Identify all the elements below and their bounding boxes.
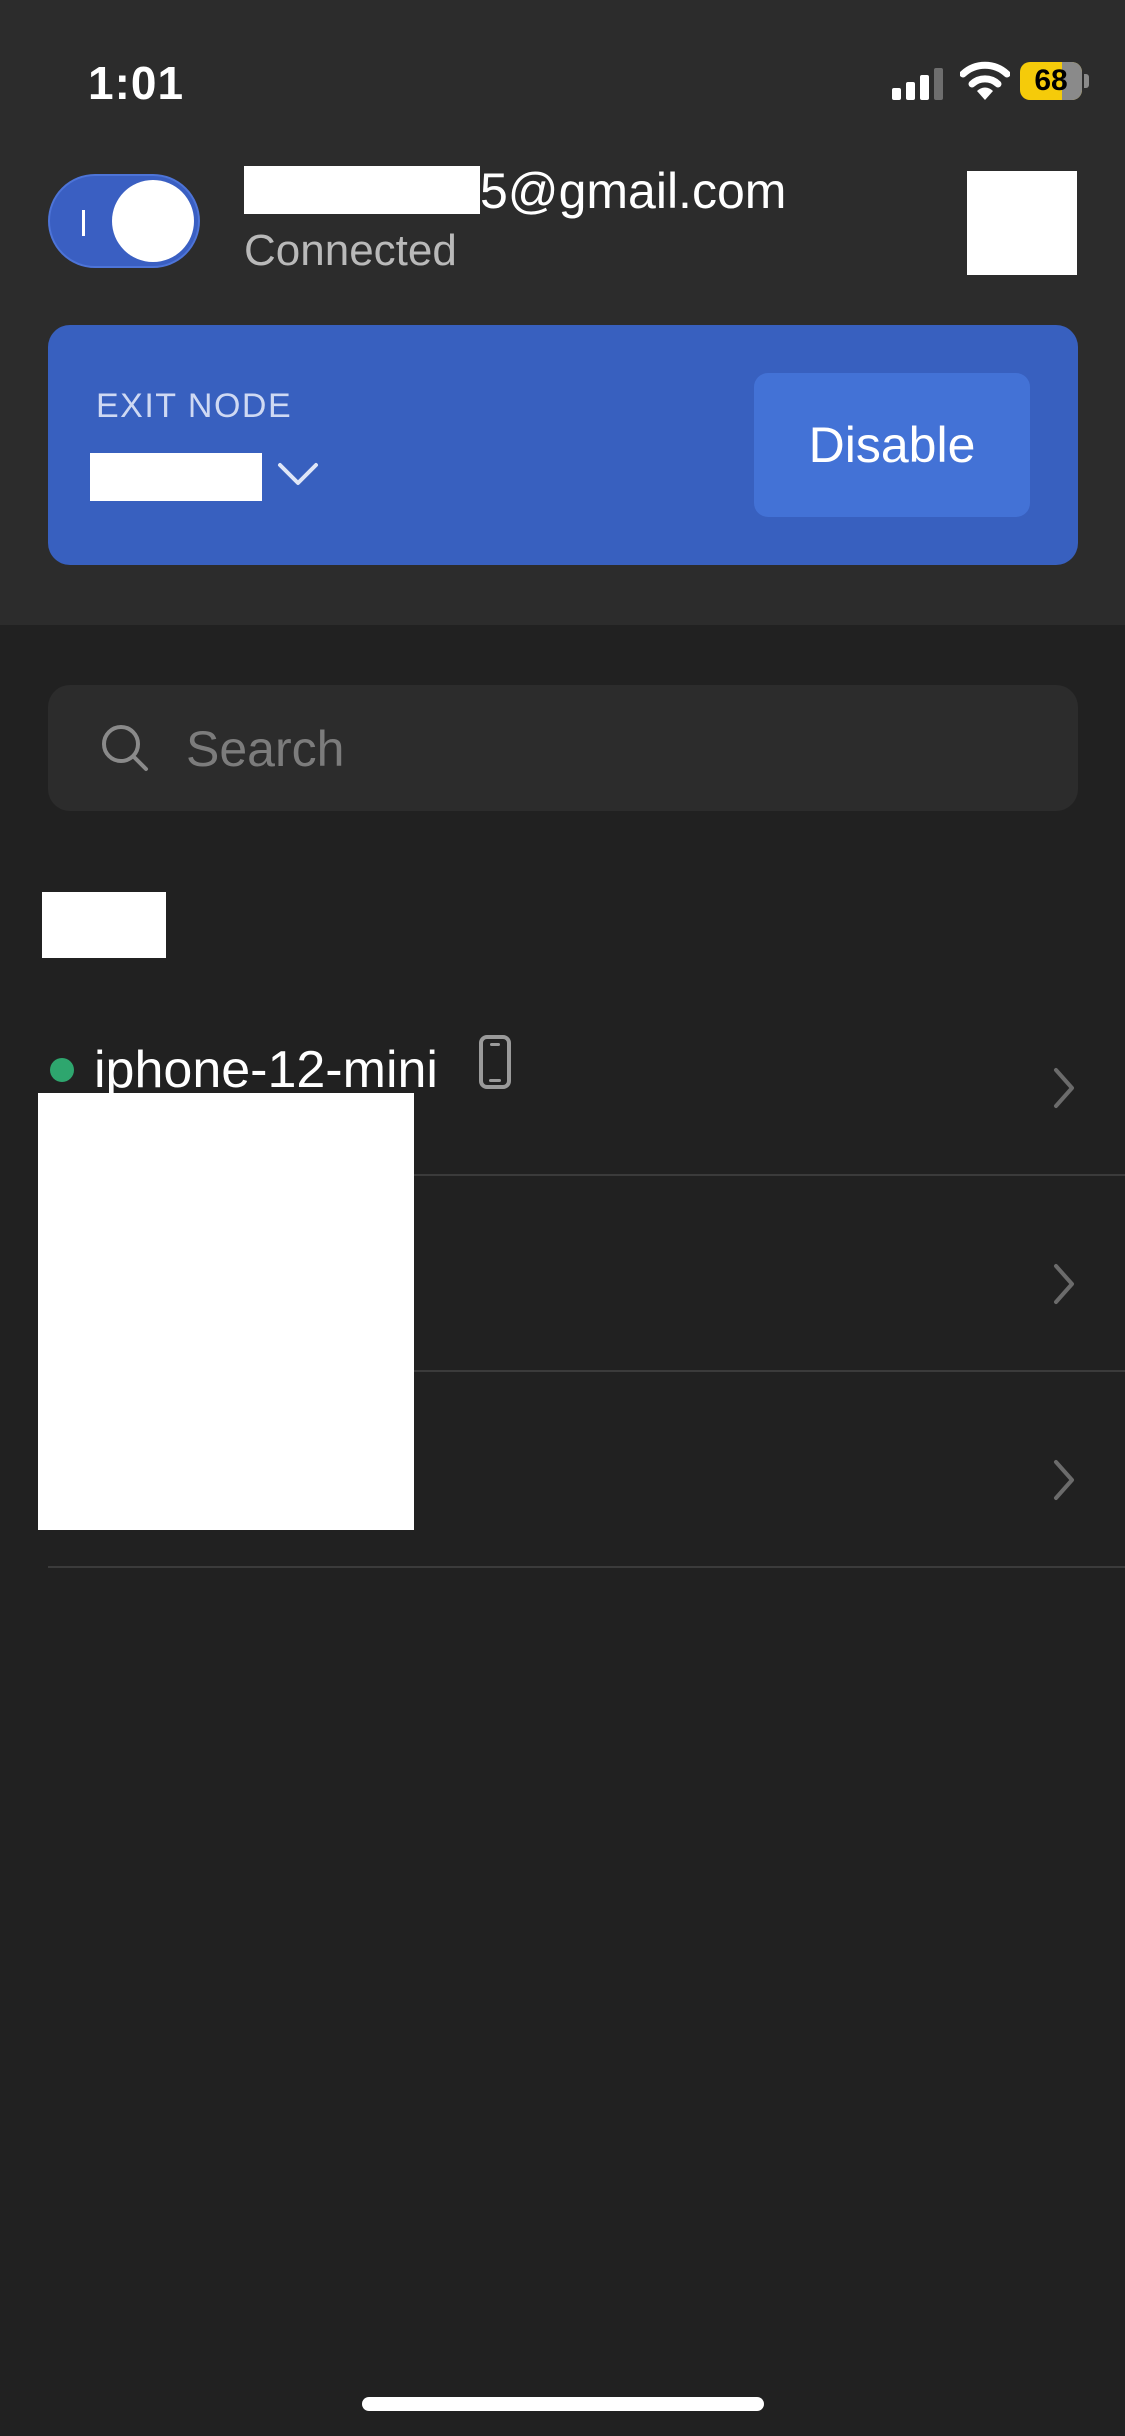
toggle-on-mark bbox=[82, 210, 85, 236]
home-indicator[interactable] bbox=[362, 2397, 764, 2411]
toggle-knob bbox=[112, 180, 194, 262]
search-box[interactable] bbox=[48, 685, 1078, 813]
chevron-down-icon[interactable] bbox=[276, 459, 320, 489]
row-divider bbox=[48, 1566, 1125, 1568]
exit-node-label: EXIT NODE bbox=[96, 387, 293, 425]
email-redaction bbox=[244, 166, 480, 214]
account-email[interactable]: 5@gmail.com bbox=[244, 162, 786, 220]
battery-icon: 68 bbox=[1020, 62, 1090, 100]
search-input[interactable] bbox=[184, 685, 1048, 813]
phone-icon bbox=[479, 1035, 511, 1089]
online-status-dot bbox=[50, 1058, 74, 1082]
chevron-right-icon bbox=[1054, 1264, 1074, 1304]
devices-redaction bbox=[38, 1093, 414, 1530]
search-icon bbox=[102, 725, 148, 771]
email-suffix: 5@gmail.com bbox=[480, 163, 787, 219]
section-header-redaction bbox=[42, 892, 166, 958]
exit-node-value-redaction[interactable] bbox=[90, 453, 262, 501]
vpn-toggle[interactable] bbox=[48, 174, 200, 268]
connection-status: Connected bbox=[244, 226, 457, 275]
status-time: 1:01 bbox=[88, 57, 185, 109]
battery-level: 68 bbox=[1034, 64, 1068, 97]
profile-avatar[interactable] bbox=[967, 171, 1077, 275]
cellular-signal-icon bbox=[892, 68, 943, 100]
chevron-right-icon bbox=[1054, 1460, 1074, 1500]
disable-exit-node-button[interactable]: Disable bbox=[754, 373, 1030, 517]
exit-node-card: EXIT NODE Disable bbox=[48, 325, 1078, 565]
device-name: iphone-12-mini bbox=[94, 1041, 438, 1099]
chevron-right-icon bbox=[1054, 1068, 1074, 1108]
wifi-icon bbox=[960, 61, 1010, 100]
